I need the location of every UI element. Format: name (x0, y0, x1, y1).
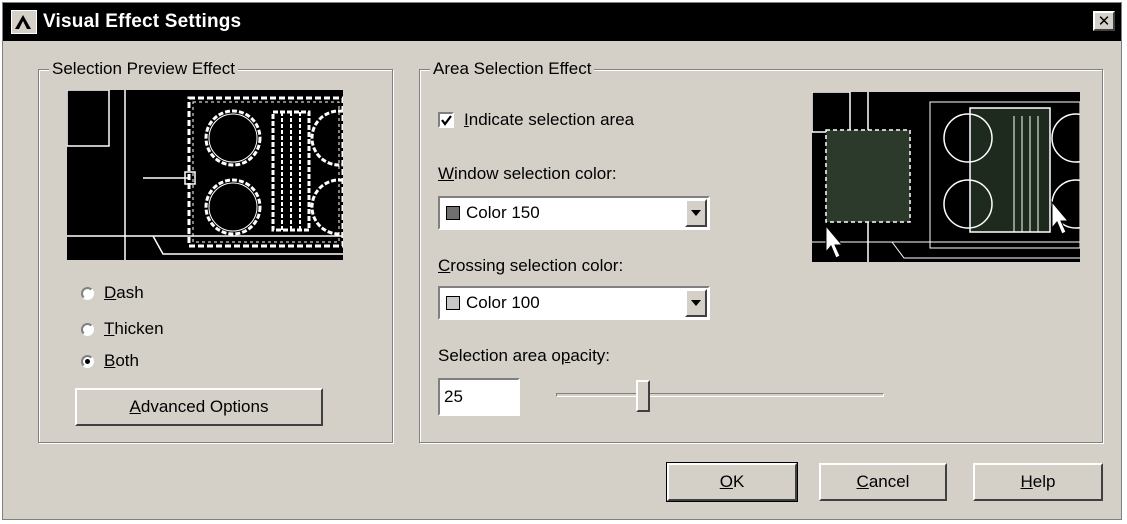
selection-preview-image (67, 90, 343, 260)
radio-dash-label: Dash (104, 283, 144, 302)
cancel-label: Cancel (856, 472, 910, 491)
radio-both-indicator[interactable] (81, 354, 94, 368)
title-bar: Visual Effect Settings ✕ (3, 3, 1121, 41)
radio-dash[interactable]: Dash (81, 282, 144, 304)
visual-effect-settings-dialog: Visual Effect Settings ✕ Selection Previ… (2, 2, 1122, 520)
help-label: Help (1020, 472, 1056, 491)
selection-area-opacity-label: Selection area opacity: (438, 346, 611, 365)
ok-label: OK (719, 472, 745, 491)
window-selection-color-value: Color 150 (466, 203, 540, 222)
area-selection-group-label: Area Selection Effect (430, 59, 595, 79)
crossing-selection-color-label: Crossing selection color: (438, 256, 624, 275)
ok-button[interactable]: OK (666, 462, 798, 502)
chevron-down-icon (691, 210, 701, 216)
crossing-selection-color-value: Color 100 (466, 293, 540, 312)
help-button[interactable]: Help (973, 463, 1103, 501)
opacity-slider-thumb[interactable] (636, 380, 650, 412)
radio-both-label: Both (104, 351, 139, 370)
window-color-swatch (446, 206, 460, 220)
close-button[interactable]: ✕ (1093, 11, 1115, 31)
close-icon: ✕ (1097, 12, 1111, 30)
area-selection-preview-image (812, 92, 1080, 262)
window-title: Visual Effect Settings (43, 11, 242, 32)
window-color-dropdown-arrow[interactable] (685, 199, 707, 227)
selection-area-opacity-input[interactable]: 25 (438, 378, 520, 416)
crossing-color-swatch (446, 296, 460, 310)
radio-thicken-label: Thicken (104, 319, 164, 338)
advanced-options-button[interactable]: Advanced Options (75, 388, 323, 426)
crossing-color-dropdown-arrow[interactable] (685, 289, 707, 317)
radio-thicken-indicator[interactable] (81, 322, 94, 336)
advanced-options-label: Advanced Options (129, 397, 269, 416)
indicate-selection-area-label: Indicate selection area (464, 110, 635, 129)
area-selection-group: Area Selection Effect Indicate selection… (419, 59, 1103, 443)
indicate-selection-area-checkbox[interactable]: Indicate selection area (438, 109, 634, 131)
chevron-down-icon (691, 300, 701, 306)
selection-preview-group-label: Selection Preview Effect (49, 59, 238, 79)
radio-dash-indicator[interactable] (81, 286, 94, 300)
indicate-selection-area-checkbox-box[interactable] (438, 112, 454, 128)
app-icon (11, 10, 37, 34)
window-selection-color-select[interactable]: Color 150 (438, 196, 710, 230)
opacity-slider-track[interactable] (556, 393, 884, 397)
radio-both[interactable]: Both (81, 350, 139, 372)
window-selection-color-label: Window selection color: (438, 164, 617, 183)
crossing-selection-color-select[interactable]: Color 100 (438, 286, 710, 320)
checkmark-icon (441, 115, 452, 126)
cancel-button[interactable]: Cancel (819, 463, 947, 501)
selection-preview-group: Selection Preview Effect Dash Thicken Bo… (38, 59, 393, 443)
radio-thicken[interactable]: Thicken (81, 318, 164, 340)
